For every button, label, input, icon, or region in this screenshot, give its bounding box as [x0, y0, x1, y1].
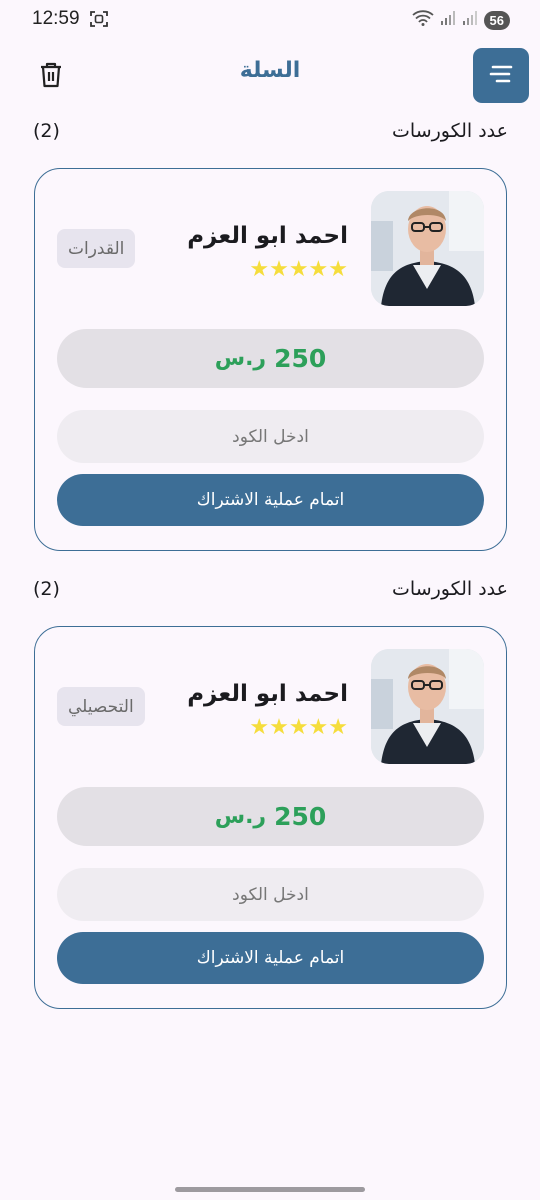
coupon-code-input[interactable] [57, 410, 484, 463]
cart-screen: 12:59 56 السلة عدد الكورسات (2) احمد ابو… [0, 0, 540, 1200]
category-badge: التحصيلي [57, 687, 145, 726]
price-value: 250 [274, 802, 327, 831]
rating-stars: ★★★★★ [249, 257, 348, 282]
instructor-name: احمد ابو العزم [187, 223, 348, 249]
price-display: 250 ر.س [57, 329, 484, 388]
course-count-row: عدد الكورسات (2) [0, 120, 540, 150]
page-title: السلة [239, 58, 301, 83]
rating-stars: ★★★★★ [249, 715, 348, 740]
instructor-photo [371, 649, 484, 764]
price-currency: ر.س [214, 804, 267, 829]
menu-button[interactable] [473, 48, 529, 103]
complete-subscription-button[interactable]: اتمام عملية الاشتراك [57, 474, 484, 526]
menu-icon [489, 65, 513, 87]
clear-cart-button[interactable] [36, 60, 66, 94]
course-card: احمد ابو العزم ★★★★★ التحصيلي 250 ر.س ات… [34, 626, 507, 1009]
course-count-label: عدد الكورسات [392, 578, 508, 600]
course-card: احمد ابو العزم ★★★★★ القدرات 250 ر.س اتم… [34, 168, 507, 551]
wifi-icon [411, 10, 434, 30]
coupon-code-input[interactable] [57, 868, 484, 921]
trash-icon [39, 61, 63, 93]
price-display: 250 ر.س [57, 787, 484, 846]
course-count-value: (2) [33, 120, 60, 142]
course-count-row: عدد الكورسات (2) [0, 578, 540, 608]
instructor-photo [371, 191, 484, 306]
instructor-name: احمد ابو العزم [187, 681, 348, 707]
price-currency: ر.س [214, 346, 267, 371]
status-icons: 56 [411, 9, 510, 31]
signal-icon [440, 10, 456, 30]
complete-subscription-button[interactable]: اتمام عملية الاشتراك [57, 932, 484, 984]
category-badge: القدرات [57, 229, 136, 268]
home-indicator[interactable] [175, 1187, 365, 1192]
status-time: 12:59 [32, 8, 80, 29]
screenshot-icon [90, 11, 108, 27]
price-value: 250 [274, 344, 327, 373]
battery-indicator: 56 [483, 10, 510, 30]
signal-icon [462, 10, 478, 30]
status-bar: 12:59 56 [0, 0, 540, 40]
course-count-value: (2) [33, 578, 60, 600]
course-count-label: عدد الكورسات [392, 120, 508, 142]
